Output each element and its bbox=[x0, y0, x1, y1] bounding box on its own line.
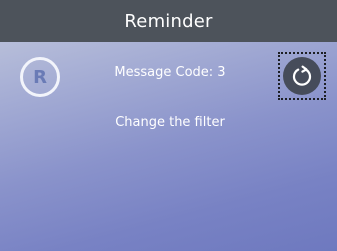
title-bar: Reminder bbox=[0, 0, 337, 42]
reminder-badge: R bbox=[20, 57, 60, 97]
page-title: Reminder bbox=[124, 10, 213, 32]
message-text: Change the filter bbox=[115, 115, 225, 130]
reset-button-focus-frame[interactable] bbox=[278, 52, 326, 100]
message-code: Message Code: 3 bbox=[114, 65, 226, 80]
reminder-badge-letter: R bbox=[33, 66, 47, 88]
reminder-screen: Reminder R Message Code: 3 Change the fi… bbox=[0, 0, 337, 251]
reset-button[interactable] bbox=[283, 57, 321, 95]
reset-icon bbox=[292, 65, 312, 86]
